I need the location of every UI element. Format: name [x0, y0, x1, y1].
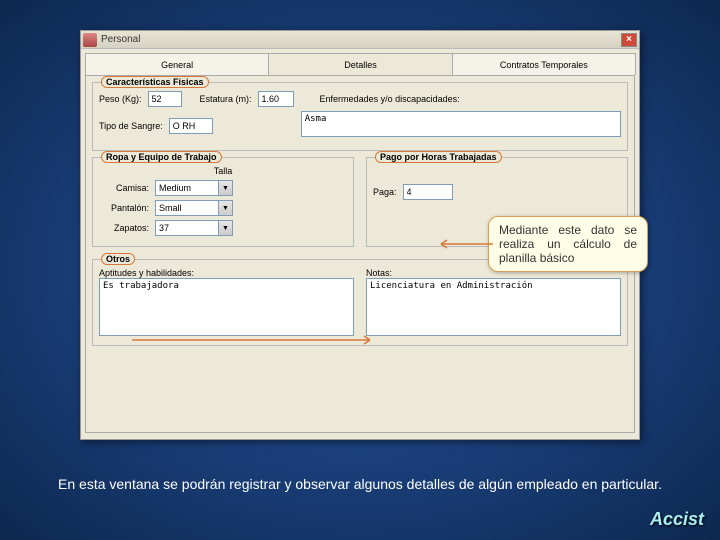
peso-label: Peso (Kg): [99, 94, 142, 104]
talla-header: Talla [214, 166, 233, 176]
group-label-pago: Pago por Horas Trabajadas [375, 151, 502, 163]
app-icon [83, 33, 97, 47]
notas-input[interactable] [366, 278, 621, 336]
camisa-select[interactable] [155, 180, 219, 196]
group-caracteristicas-fisicas: Características Físicas Peso (Kg): Estat… [92, 82, 628, 151]
close-icon[interactable]: × [621, 33, 637, 47]
pantalon-select[interactable] [155, 200, 219, 216]
paga-input[interactable] [403, 184, 453, 200]
chevron-down-icon[interactable]: ▼ [219, 220, 233, 236]
group-ropa: Ropa y Equipo de Trabajo Talla Camisa: ▼… [92, 157, 354, 247]
enfermedades-label: Enfermedades y/o discapacidades: [320, 94, 460, 104]
aptitudes-input[interactable] [99, 278, 354, 336]
page-caption: En esta ventana se podrán registrar y ob… [0, 476, 720, 492]
peso-input[interactable] [148, 91, 182, 107]
tab-bar: General Detalles Contratos Temporales [85, 53, 635, 75]
group-otros: Otros Aptitudes y habilidades: Notas: [92, 259, 628, 346]
window-title: Personal [101, 34, 621, 45]
tab-detalles[interactable]: Detalles [268, 53, 452, 75]
estatura-input[interactable] [258, 91, 294, 107]
zapatos-select[interactable] [155, 220, 219, 236]
enfermedades-input[interactable] [301, 111, 621, 137]
sangre-input[interactable] [169, 118, 213, 134]
logo: Accist [650, 509, 704, 530]
tab-contratos[interactable]: Contratos Temporales [452, 53, 636, 75]
tab-detalles-label: Detalles [344, 60, 377, 70]
pantalon-label: Pantalón: [99, 203, 149, 213]
aptitudes-label: Aptitudes y habilidades: [99, 268, 354, 278]
chevron-down-icon[interactable]: ▼ [219, 180, 233, 196]
estatura-label: Estatura (m): [200, 94, 252, 104]
camisa-label: Camisa: [99, 183, 149, 193]
tab-general[interactable]: General [85, 53, 269, 75]
chevron-down-icon[interactable]: ▼ [219, 200, 233, 216]
group-label-ropa: Ropa y Equipo de Trabajo [101, 151, 222, 163]
tab-contratos-label: Contratos Temporales [500, 60, 588, 70]
titlebar: Personal × [81, 31, 639, 49]
tab-general-label: General [161, 60, 193, 70]
sangre-label: Tipo de Sangre: [99, 121, 163, 131]
zapatos-label: Zapatos: [99, 223, 149, 233]
callout-paga: Mediante este dato se realiza un cálculo… [488, 216, 648, 272]
paga-label: Paga: [373, 187, 397, 197]
group-label-fisicas: Características Físicas [101, 76, 209, 88]
group-label-otros: Otros [101, 253, 135, 265]
callout-text: Mediante este dato se realiza un cálculo… [499, 223, 637, 265]
